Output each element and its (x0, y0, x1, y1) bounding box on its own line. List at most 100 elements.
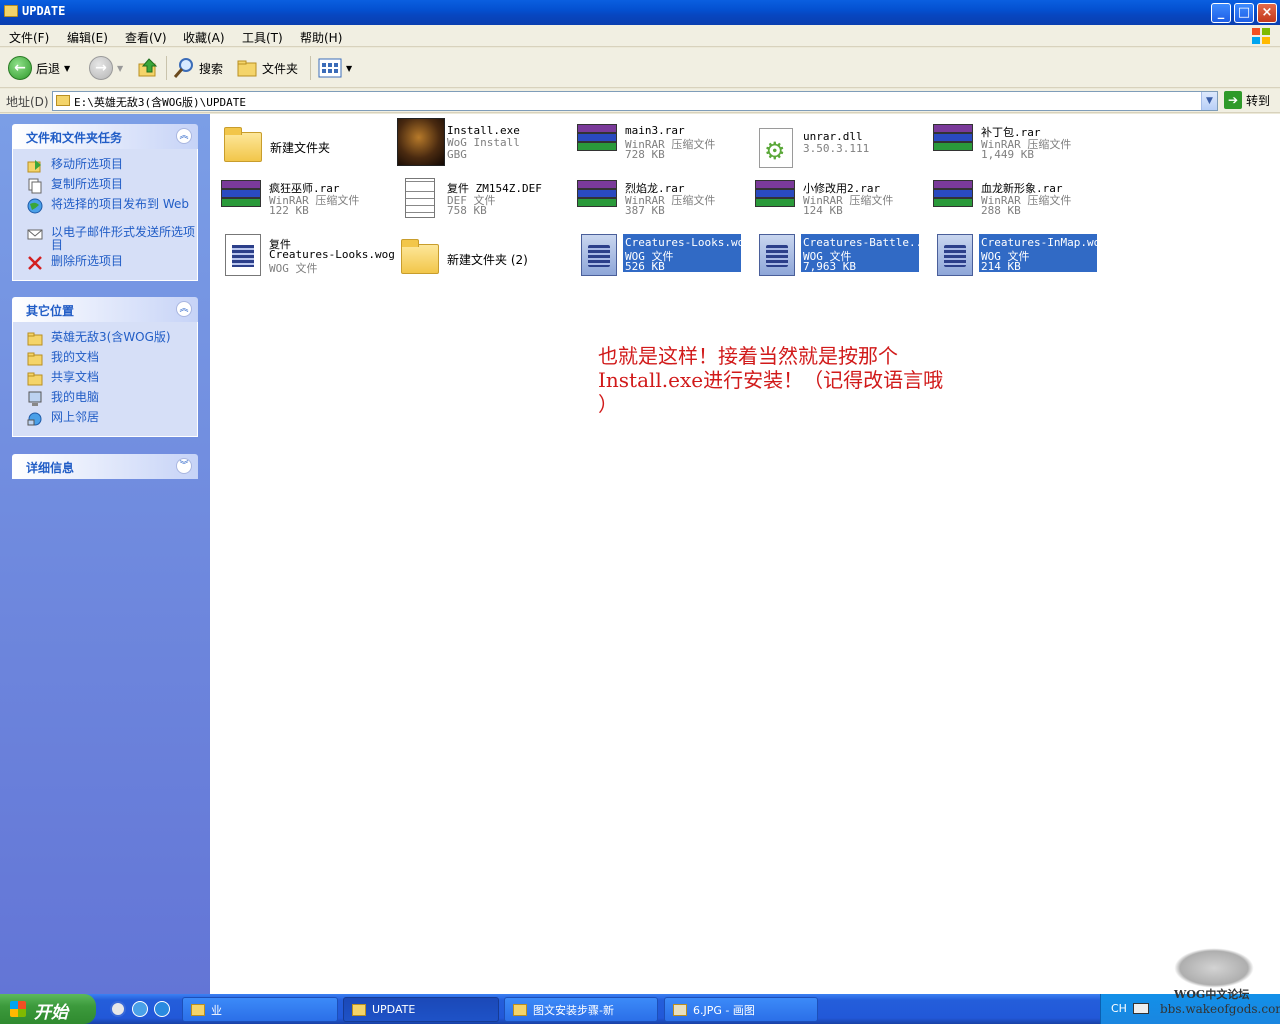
file-item-new-folder[interactable]: 新建文件夹 (216, 120, 392, 172)
menu-favorites[interactable]: 收藏(A) (183, 29, 225, 46)
place-label: 英雄无敌3(含WOG版) (51, 330, 171, 344)
panel-header[interactable]: 详细信息 ︾ (12, 454, 198, 479)
watermark-forum-name: WOG中文论坛 (1174, 988, 1250, 1001)
file-item-mad-wizard-rar[interactable]: 疯狂巫师.rar WinRAR 压缩文件 122 KB (215, 172, 391, 224)
place-label: 网上邻居 (51, 410, 100, 424)
taskbar-button-label: UPDATE (372, 1003, 416, 1016)
details-panel: 详细信息 ︾ (12, 454, 198, 479)
task-delete[interactable]: 删除所选项目 (13, 252, 197, 272)
folder-icon (4, 5, 18, 17)
task-label: 复制所选项目 (51, 177, 124, 191)
panel-body: 英雄无敌3(含WOG版) 我的文档 共享文档 我的电脑 网上邻居 (12, 322, 198, 437)
file-item-def-copy[interactable]: 复件 ZM154Z.DEF DEF 文件 758 KB (393, 172, 569, 224)
taskbar-button-label: 业 (211, 1003, 222, 1017)
collapse-icon[interactable]: ︽ (176, 128, 192, 144)
file-item-looks-wog[interactable]: Creatures-Looks.wog WOG 文件 526 KB (571, 228, 751, 280)
dragon-watermark-icon (1174, 948, 1254, 988)
place-my-computer[interactable]: 我的电脑 (13, 388, 197, 408)
chevron-down-icon: ▼ (117, 63, 124, 73)
menu-edit[interactable]: 编辑(E) (67, 29, 108, 46)
file-item-install-exe[interactable]: Install.exe WoG Install GBG (393, 116, 569, 168)
file-size: 526 KB (625, 260, 665, 273)
toolbar-separator (310, 56, 311, 80)
place-heroes3[interactable]: 英雄无敌3(含WOG版) (13, 328, 197, 348)
taskbar: 开始 业 UPDATE 图文安装步骤-新 6.JPG - 画图 CH (0, 994, 1280, 1024)
file-item-main3-rar[interactable]: main3.rar WinRAR 压缩文件 728 KB (571, 116, 747, 168)
forward-arrow-icon: → (89, 56, 113, 80)
file-item-looks-wog-copy[interactable]: 复件 Creatures-Looks.wog WOG 文件 (215, 228, 395, 280)
task-move[interactable]: 移动所选项目 (13, 155, 197, 175)
file-item-unrar-dll[interactable]: unrar.dll 3.50.3.111 (749, 122, 925, 174)
globe-icon (27, 198, 43, 214)
file-item-new-folder-2[interactable]: 新建文件夹 (2) (393, 232, 569, 284)
forward-button[interactable]: → ▼ (89, 55, 123, 81)
place-label: 我的电脑 (51, 390, 100, 404)
menu-file[interactable]: 文件(F) (9, 29, 49, 46)
red-annotation-text: 也就是这样！接着当然就是按那个 Install.exe进行安装！（记得改语言哦 … (598, 344, 1028, 416)
file-item-flame-dragon-rar[interactable]: 烈焰龙.rar WinRAR 压缩文件 387 KB (571, 172, 747, 224)
menu-bar: 文件(F) 编辑(E) 查看(V) 收藏(A) 工具(T) 帮助(H) (0, 25, 1280, 47)
file-list-view[interactable]: 新建文件夹 Install.exe WoG Install GBG main3.… (210, 114, 1280, 994)
task-publish-web[interactable]: 将选择的项目发布到 Web (13, 195, 197, 223)
file-size: 728 KB (625, 148, 665, 161)
menu-tools[interactable]: 工具(T) (242, 29, 283, 46)
taskbar-button-paint[interactable]: 6.JPG - 画图 (664, 997, 818, 1022)
file-item-small-mod-rar[interactable]: 小修改用2.rar WinRAR 压缩文件 124 KB (749, 172, 925, 224)
place-my-documents[interactable]: 我的文档 (13, 348, 197, 368)
address-input[interactable]: E:\英雄无敌3(含WOG版)\UPDATE ▼ (52, 91, 1218, 111)
dll-gear-icon (753, 124, 797, 170)
folder-icon (220, 122, 264, 168)
address-dropdown-button[interactable]: ▼ (1201, 92, 1217, 110)
computer-icon (28, 391, 42, 406)
search-button[interactable]: 搜索 (173, 55, 223, 81)
file-item-inmap-wog[interactable]: Creatures-InMap.wog WOG 文件 214 KB (927, 228, 1107, 280)
folders-button[interactable]: 文件夹 (236, 55, 298, 81)
place-label: 共享文档 (51, 370, 100, 384)
menu-help[interactable]: 帮助(H) (300, 29, 342, 46)
windows-logo-icon (1252, 28, 1270, 44)
back-button[interactable]: ← 后退 ▼ (8, 55, 70, 81)
file-item-blood-dragon-rar[interactable]: 血龙新形象.rar WinRAR 压缩文件 288 KB (927, 172, 1103, 224)
taskbar-button-ye[interactable]: 业 (182, 997, 338, 1022)
maximize-button[interactable]: □ (1234, 3, 1254, 23)
views-button[interactable]: ▼ (318, 55, 352, 81)
winrar-archive-icon (575, 174, 619, 220)
folder-icon (513, 1003, 527, 1016)
collapse-icon[interactable]: ︽ (176, 301, 192, 317)
start-button[interactable]: 开始 (0, 994, 96, 1024)
task-copy[interactable]: 复制所选项目 (13, 175, 197, 195)
place-network[interactable]: 网上邻居 (13, 408, 197, 428)
keyboard-icon[interactable] (1133, 1003, 1149, 1014)
file-size: 7,963 KB (803, 260, 856, 273)
go-button[interactable]: ➔ 转到 (1224, 91, 1270, 109)
other-places-panel: 其它位置 ︽ 英雄无敌3(含WOG版) 我的文档 共享文档 我的电脑 网上邻居 (12, 297, 198, 437)
title-bar[interactable]: UPDATE _ □ × (0, 0, 1280, 25)
menu-view[interactable]: 查看(V) (125, 29, 167, 46)
panel-header[interactable]: 其它位置 ︽ (12, 297, 198, 322)
task-email[interactable]: 以电子邮件形式发送所选项目 (13, 223, 197, 252)
close-button[interactable]: × (1257, 3, 1277, 23)
language-indicator[interactable]: CH (1111, 1002, 1127, 1015)
network-icon (27, 412, 42, 426)
folder-icon (191, 1003, 205, 1016)
back-arrow-icon: ← (8, 56, 32, 80)
watermark-url: bbs.wakeofgods.com (1160, 1002, 1280, 1016)
panel-header[interactable]: 文件和文件夹任务 ︽ (12, 124, 198, 149)
minimize-button[interactable]: _ (1211, 3, 1231, 23)
address-bar: 地址(D) E:\英雄无敌3(含WOG版)\UPDATE ▼ ➔ 转到 (0, 89, 1280, 113)
up-folder-button[interactable] (137, 55, 159, 81)
explorer-window: UPDATE _ □ × 文件(F) 编辑(E) 查看(V) 收藏(A) 工具(… (0, 0, 1280, 994)
taskbar-button-update[interactable]: UPDATE (343, 997, 499, 1022)
file-name: 新建文件夹 (2) (447, 253, 528, 267)
media-quicklaunch-icon[interactable] (154, 1001, 170, 1017)
place-shared-documents[interactable]: 共享文档 (13, 368, 197, 388)
expand-icon[interactable]: ︾ (176, 458, 192, 474)
taskbar-button-guide[interactable]: 图文安装步骤-新 (504, 997, 658, 1022)
ie-quicklaunch-icon[interactable] (132, 1001, 148, 1017)
desktop-quicklaunch-icon[interactable] (110, 1001, 126, 1017)
chevron-down-icon: ▼ (346, 63, 353, 73)
file-item-patch-rar[interactable]: 补丁包.rar WinRAR 压缩文件 1,449 KB (927, 116, 1103, 168)
annotation-line: ） (598, 392, 618, 416)
file-type: WOG 文件 (269, 262, 318, 275)
file-item-battle-wog[interactable]: Creatures-Battle... WOG 文件 7,963 KB (749, 228, 929, 280)
